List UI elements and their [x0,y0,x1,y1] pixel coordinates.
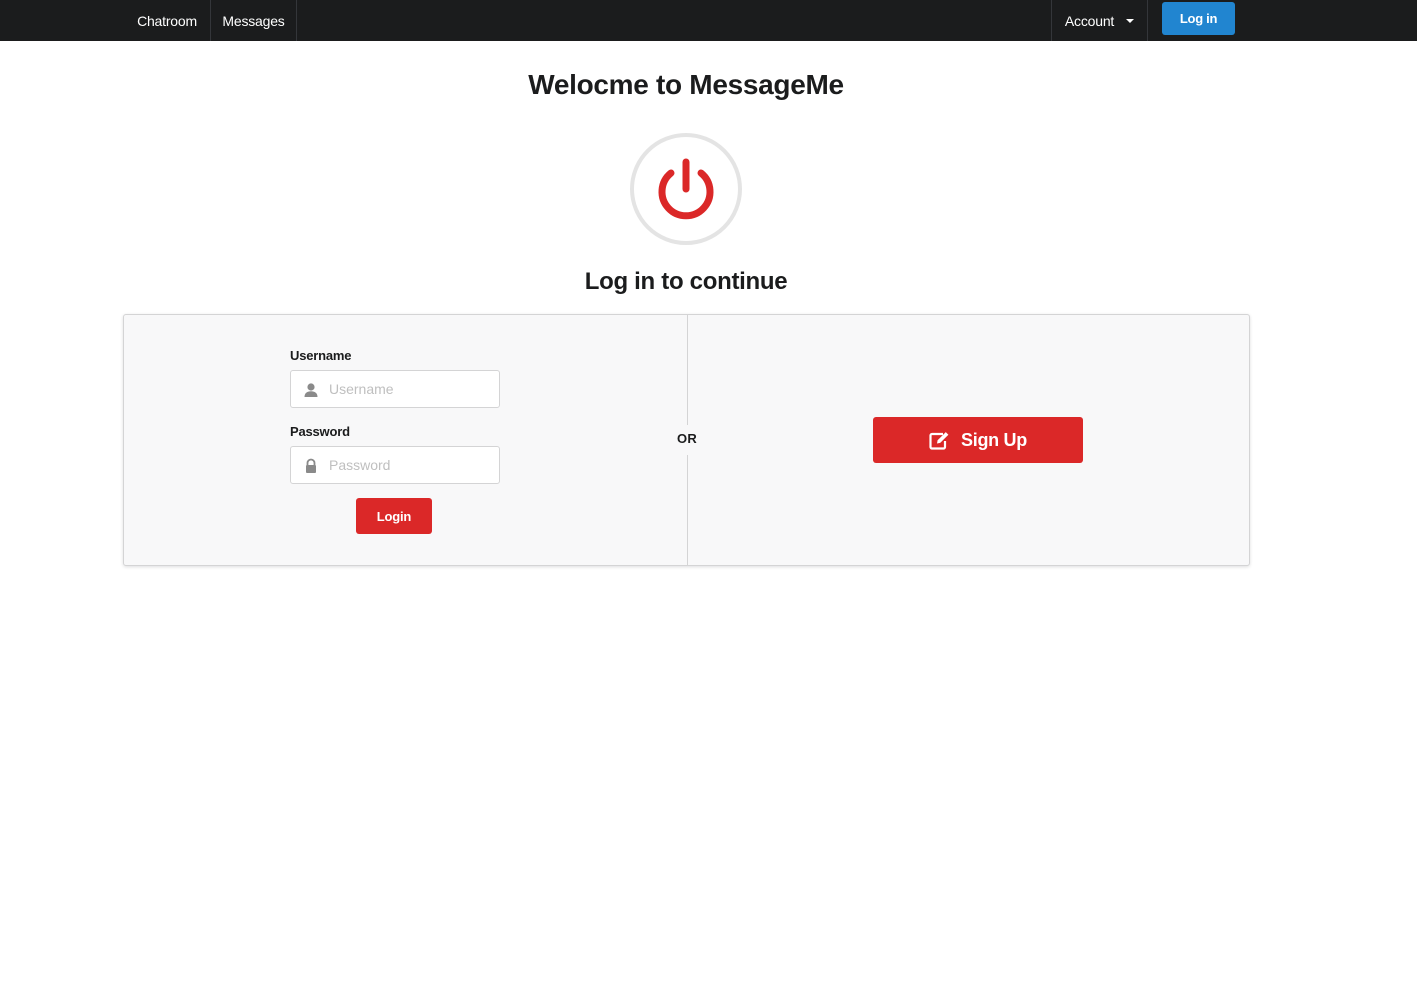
header-login-label: Log in [1179,11,1218,26]
page-title: Welocme to MessageMe [528,69,844,100]
page-subtitle: Log in to continue [584,268,788,295]
header-login-button[interactable]: Log in [1162,2,1235,35]
signup-button[interactable]: Sign Up [873,417,1083,463]
nav-item-messages[interactable]: Messages [211,0,297,41]
vertical-divider [687,455,688,565]
power-icon [630,133,742,245]
username-label: Username [290,348,352,363]
account-label: Account [1064,12,1115,29]
nav-item-chatroom[interactable]: Chatroom [124,0,211,41]
caret-down-icon [1126,19,1135,23]
username-field-wrapper [290,370,500,408]
vertical-divider [687,315,688,425]
top-navbar: Chatroom Messages Account Log in [0,0,1417,41]
login-button[interactable]: Login [356,498,432,534]
edit-icon [929,431,949,450]
login-segment: Username Password Login OR Sign Up [123,314,1250,566]
signup-button-label: Sign Up [961,429,1027,450]
or-divider: OR [676,431,698,446]
password-label: Password [290,424,350,439]
nav-item-label: Messages [222,12,285,29]
login-button-label: Login [376,508,412,524]
username-input[interactable] [291,371,499,407]
nav-item-label: Chatroom [137,12,197,29]
password-input[interactable] [291,447,499,483]
account-dropdown[interactable]: Account [1051,0,1148,41]
password-field-wrapper [290,446,500,484]
